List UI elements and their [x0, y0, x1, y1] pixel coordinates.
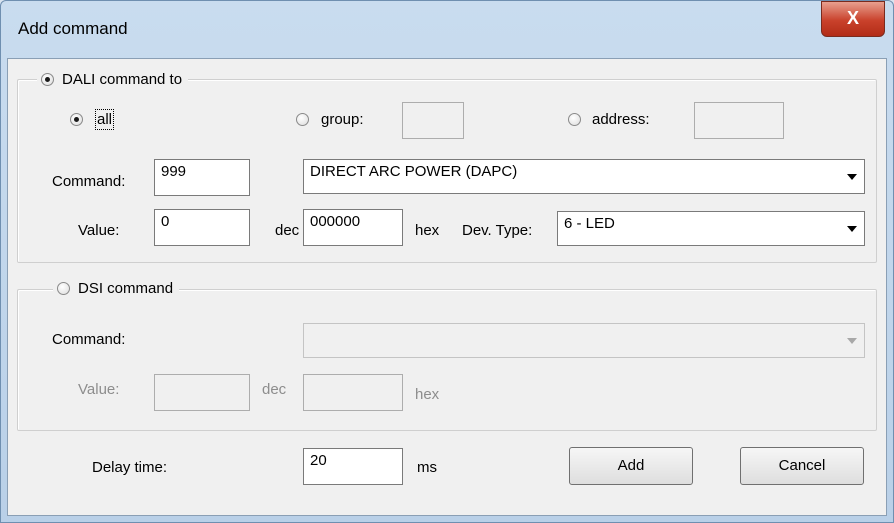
dsi-value-label: Value: [78, 381, 120, 398]
cancel-button[interactable]: Cancel [740, 447, 864, 485]
dropdown-arrow-icon [842, 326, 862, 355]
devtype-label: Dev. Type: [462, 222, 533, 239]
delay-time-field[interactable]: 20 [303, 448, 403, 485]
dsi-value-hex-field[interactable] [303, 374, 403, 411]
dropdown-arrow-icon [842, 162, 862, 191]
dali-hex-label: hex [415, 222, 440, 239]
devtype-dropdown[interactable]: 6 - LED [557, 211, 865, 246]
delay-time-label: Delay time: [92, 459, 168, 476]
window-title: Add command [18, 19, 128, 38]
dali-value-dec-field[interactable]: 0 [154, 209, 250, 246]
dali-dec-label: dec [275, 222, 300, 239]
dali-legend-label: DALI command to [62, 71, 183, 88]
devtype-selected: 6 - LED [564, 215, 615, 232]
all-label[interactable]: all [94, 109, 115, 130]
dsi-command-dropdown[interactable] [303, 323, 865, 358]
address-label: address: [592, 111, 650, 128]
dsi-dec-label: dec [262, 381, 287, 398]
dialog-window: Add command X DALI command to all group:… [0, 0, 894, 523]
dali-legend[interactable]: DALI command to [37, 71, 189, 88]
dsi-legend[interactable]: DSI command [53, 280, 180, 297]
address-radio[interactable] [568, 113, 581, 126]
dropdown-arrow-icon [842, 214, 862, 243]
dsi-value-dec-field[interactable] [154, 374, 250, 411]
dsi-groupbox [17, 289, 877, 431]
all-radio[interactable] [70, 113, 83, 126]
dali-radio-icon[interactable] [41, 73, 54, 86]
dialog-client-area: DALI command to all group: address: Comm… [7, 58, 887, 516]
dali-value-label: Value: [78, 222, 120, 239]
close-button[interactable]: X [821, 1, 885, 37]
dali-command-selected: DIRECT ARC POWER (DAPC) [310, 163, 518, 180]
dali-command-label: Command: [52, 173, 126, 190]
group-radio[interactable] [296, 113, 309, 126]
dali-command-code-field[interactable]: 999 [154, 159, 250, 196]
close-icon: X [846, 8, 859, 28]
dali-value-hex-field[interactable]: 000000 [303, 209, 403, 246]
title-bar[interactable]: Add command X [1, 1, 893, 57]
address-field[interactable] [694, 102, 784, 139]
group-field[interactable] [402, 102, 464, 139]
ms-label: ms [417, 459, 437, 476]
dsi-legend-label: DSI command [78, 280, 174, 297]
add-button[interactable]: Add [569, 447, 693, 485]
group-label: group: [321, 111, 364, 128]
dsi-hex-label: hex [415, 386, 440, 403]
dsi-radio-icon[interactable] [57, 282, 70, 295]
dali-command-dropdown[interactable]: DIRECT ARC POWER (DAPC) [303, 159, 865, 194]
dsi-command-label: Command: [52, 331, 126, 348]
